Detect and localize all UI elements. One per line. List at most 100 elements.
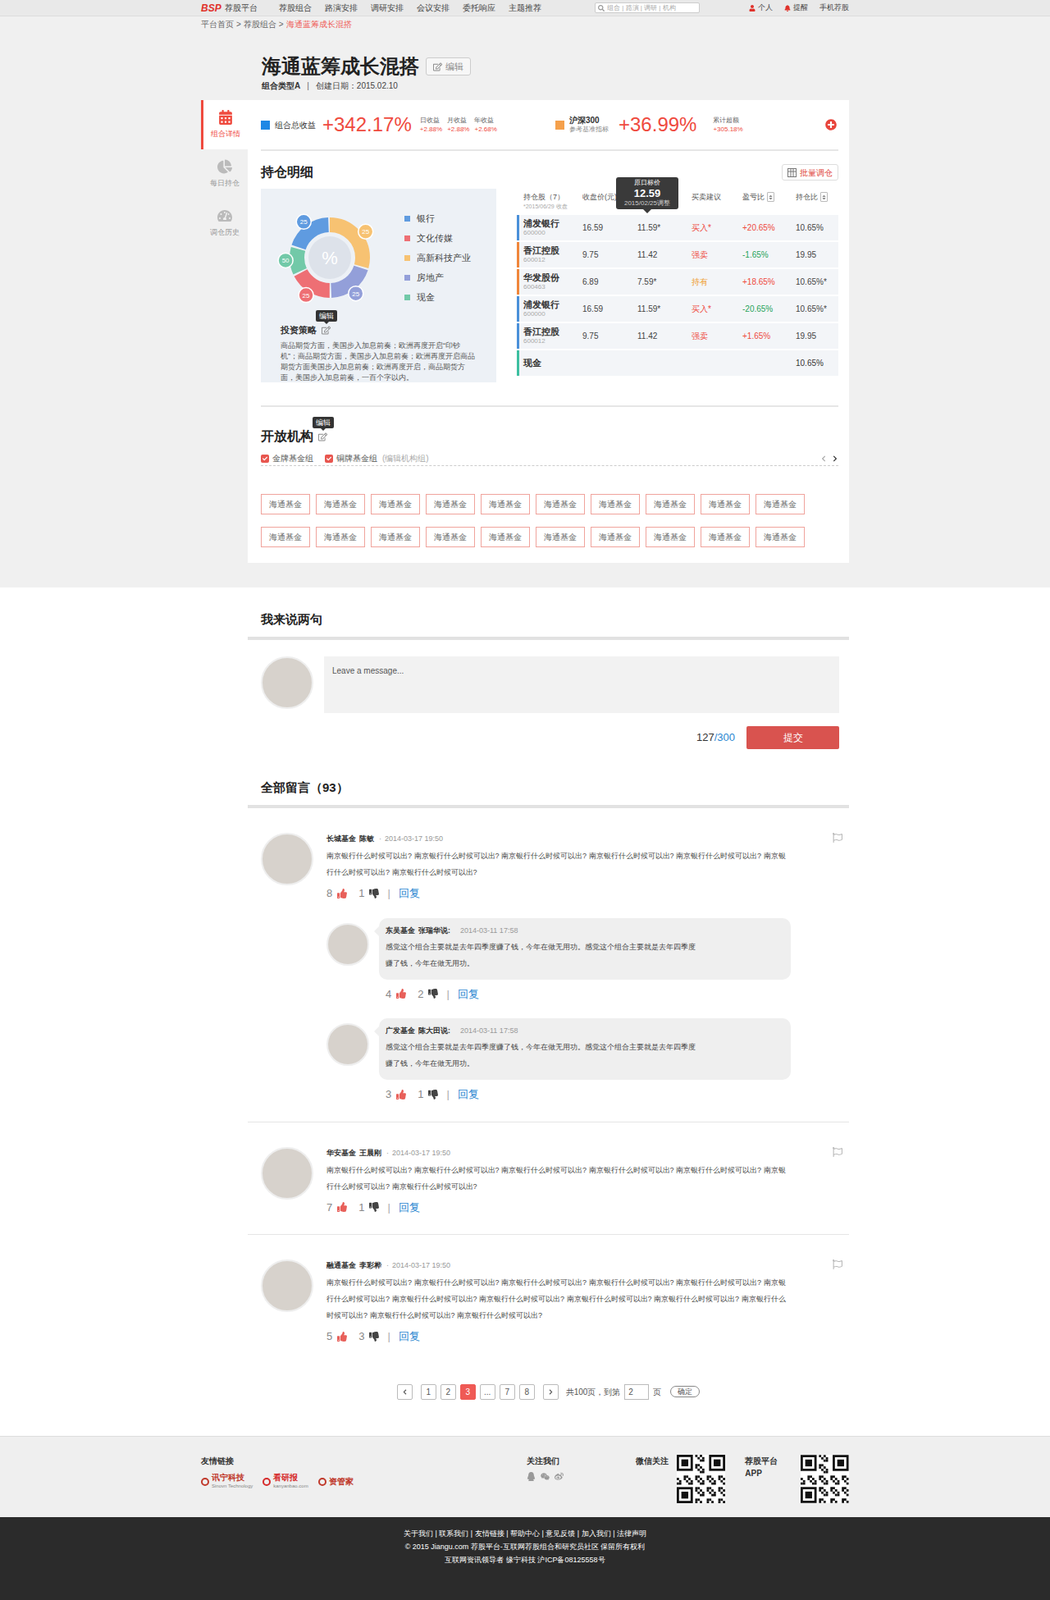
group-checkbox[interactable]: 金牌基金组: [260, 451, 314, 465]
institution-tag[interactable]: 海通基金: [755, 526, 805, 548]
group-checkbox[interactable]: 铜牌基金组: [324, 451, 378, 465]
institution-tag[interactable]: 海通基金: [480, 526, 530, 548]
holding-row[interactable]: 浦发银行60000016.5911.59*买入*+20.65%10.65%: [516, 214, 839, 241]
nav-item[interactable]: 荐股组合: [278, 1, 312, 14]
page-button[interactable]: 8: [519, 1383, 535, 1400]
sidebar-item[interactable]: 每日持仓: [200, 149, 248, 199]
weibo-icon[interactable]: [554, 1471, 564, 1481]
page-button[interactable]: 2: [440, 1383, 457, 1400]
sidebar-item[interactable]: 调仓历史: [200, 198, 248, 248]
holding-row[interactable]: 华发股份6004636.897.59*持有+18.65%10.65%*: [516, 269, 839, 295]
institution-tag[interactable]: 海通基金: [535, 493, 585, 515]
thumbs-down-icon[interactable]: [369, 1201, 379, 1212]
thumbs-down-icon[interactable]: [428, 988, 439, 999]
submit-button[interactable]: 提交: [746, 725, 840, 749]
sort-button[interactable]: [820, 191, 828, 202]
nav-item[interactable]: 会议安排: [416, 1, 450, 14]
institution-tag[interactable]: 海通基金: [425, 526, 475, 548]
institution-tag[interactable]: 海通基金: [755, 493, 805, 515]
sidebar-item[interactable]: 组合详情: [200, 100, 248, 150]
footer-links[interactable]: 关于我们 | 联系我们 | 友情链接 | 帮助中心 | 意见反馈 | 加入我们 …: [403, 1528, 647, 1539]
page-input[interactable]: [624, 1383, 649, 1400]
reply-link[interactable]: 回复: [398, 885, 420, 902]
column-header[interactable]: 盈亏比: [742, 191, 796, 202]
portfolio-card: 组合详情每日持仓调仓历史组合总收益+342.17%日收益+2.88%月收益+2.…: [200, 100, 850, 563]
institution-tag[interactable]: 海通基金: [480, 493, 530, 515]
institutions-edit[interactable]: 编辑: [318, 432, 328, 442]
breadcrumb-item[interactable]: 海通蓝筹成长混搭: [286, 18, 352, 31]
go-button[interactable]: 确定: [670, 1385, 700, 1397]
thumbs-up-icon[interactable]: [337, 1201, 347, 1212]
institution-tag[interactable]: 海通基金: [315, 526, 366, 548]
add-icon[interactable]: [825, 118, 837, 131]
nav-right-item[interactable]: 个人: [748, 2, 773, 14]
institution-tag[interactable]: 海通基金: [645, 526, 695, 548]
nav-right-item[interactable]: 手机荐股: [819, 2, 850, 14]
reply-link[interactable]: 回复: [398, 1199, 420, 1216]
page-button[interactable]: 3: [460, 1383, 476, 1400]
page-button[interactable]: ...: [479, 1383, 496, 1400]
institution-tag[interactable]: 海通基金: [535, 526, 585, 548]
wechat-qr-code: [676, 1454, 726, 1503]
holding-row[interactable]: 香江控股6000129.7511.42强卖-1.65%19.95: [516, 241, 839, 268]
qq-icon[interactable]: [526, 1471, 536, 1481]
institution-tag[interactable]: 海通基金: [260, 526, 311, 548]
report-flag-icon[interactable]: [832, 832, 843, 843]
institution-tag[interactable]: 海通基金: [700, 526, 750, 548]
logo[interactable]: BSP: [200, 0, 222, 16]
reply-link[interactable]: 回复: [457, 1086, 480, 1103]
sort-button[interactable]: [766, 191, 775, 202]
institution-tag[interactable]: 海通基金: [700, 493, 750, 515]
institution-tag[interactable]: 海通基金: [260, 493, 311, 515]
page-button[interactable]: 7: [499, 1383, 516, 1400]
thumbs-up-icon[interactable]: [396, 1089, 407, 1100]
column-header[interactable]: 持仓比: [795, 191, 839, 202]
edit-groups-link[interactable]: (编辑机构组): [382, 451, 430, 465]
next-icon[interactable]: [831, 455, 839, 462]
nav-item[interactable]: 主题推荐: [508, 1, 542, 14]
thumbs-up-icon[interactable]: [337, 1331, 347, 1342]
reply-link[interactable]: 回复: [457, 986, 480, 1003]
thumbs-down-icon[interactable]: [369, 888, 379, 899]
breadcrumb-item[interactable]: 荐股组合: [243, 18, 277, 31]
thumbs-down-icon[interactable]: [428, 1089, 439, 1100]
institution-tag[interactable]: 海通基金: [315, 493, 366, 515]
strategy-edit[interactable]: 编辑: [321, 325, 331, 335]
prev-icon[interactable]: [820, 455, 827, 462]
breadcrumb-item[interactable]: 平台首页: [200, 18, 234, 31]
holding-row[interactable]: 香江控股6000129.7511.42强卖+1.65%19.95: [516, 323, 839, 349]
like-count: 4: [385, 986, 392, 1003]
thumbs-up-icon[interactable]: [396, 988, 407, 999]
batch-adjust-button[interactable]: 批量调仓: [781, 164, 839, 181]
institution-tag[interactable]: 海通基金: [590, 493, 640, 515]
search-box[interactable]: [594, 2, 700, 14]
commenter-avatar: [260, 1259, 314, 1312]
edit-button[interactable]: 编辑: [425, 57, 471, 76]
reply-link[interactable]: 回复: [398, 1328, 420, 1345]
institution-tag[interactable]: 海通基金: [645, 493, 695, 515]
partner-link[interactable]: 资管家: [318, 1477, 354, 1486]
comment-actions: 42|回复: [385, 986, 791, 1003]
wechat-icon[interactable]: [540, 1471, 550, 1481]
search-input[interactable]: [607, 3, 697, 14]
partner-link[interactable]: 讯宁科技Sinovn Technology: [200, 1473, 253, 1490]
institution-tag[interactable]: 海通基金: [425, 493, 475, 515]
partner-link[interactable]: 看研报kanyanbao.com: [262, 1473, 308, 1490]
nav-item[interactable]: 路演安排: [324, 1, 358, 14]
platform-name[interactable]: 荐股平台: [224, 1, 258, 14]
next-page[interactable]: [543, 1383, 559, 1400]
institution-tag[interactable]: 海通基金: [370, 526, 420, 548]
holding-row[interactable]: 浦发银行60000016.5911.59*买入*-20.65%10.65%*: [516, 296, 839, 322]
prev-page[interactable]: [397, 1383, 413, 1400]
report-flag-icon[interactable]: [832, 1146, 843, 1157]
thumbs-up-icon[interactable]: [337, 888, 347, 899]
message-input[interactable]: [324, 656, 840, 713]
nav-right-item[interactable]: 提醒: [784, 2, 809, 14]
page-button[interactable]: 1: [420, 1383, 437, 1400]
institution-tag[interactable]: 海通基金: [590, 526, 640, 548]
thumbs-down-icon[interactable]: [369, 1331, 379, 1342]
nav-item[interactable]: 调研安排: [370, 1, 404, 14]
institution-tag[interactable]: 海通基金: [370, 493, 420, 515]
report-flag-icon[interactable]: [832, 1259, 843, 1270]
nav-item[interactable]: 委托响应: [462, 1, 496, 14]
